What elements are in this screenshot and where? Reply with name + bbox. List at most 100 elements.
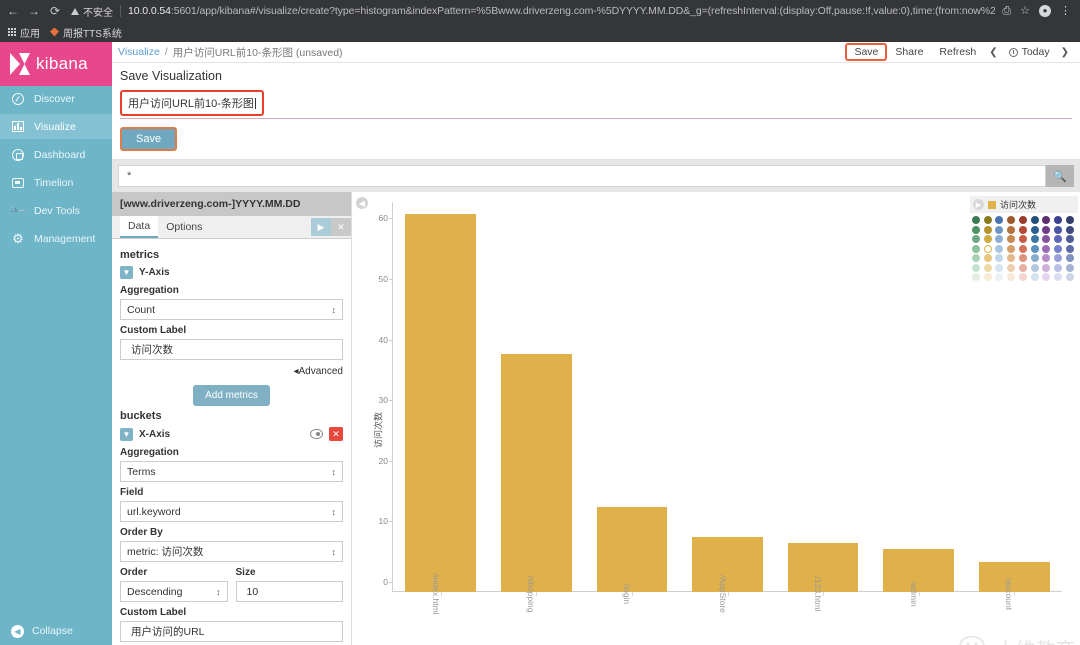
palette-swatch[interactable] (972, 263, 980, 272)
chevron-down-icon[interactable]: ▼ (120, 427, 133, 441)
sidebar-item-dashboard[interactable]: Dashboard (0, 142, 112, 167)
palette-swatch[interactable] (995, 216, 1004, 224)
bar[interactable] (596, 506, 668, 592)
palette-swatch[interactable] (1054, 273, 1063, 281)
breadcrumb-root[interactable]: Visualize (118, 46, 160, 58)
palette-swatch[interactable] (972, 225, 980, 234)
palette-swatch[interactable] (1042, 273, 1051, 281)
forward-arrow-icon[interactable]: → (27, 5, 41, 17)
back-arrow-icon[interactable]: ← (6, 5, 20, 17)
palette-swatch[interactable] (1030, 263, 1039, 272)
bar[interactable] (405, 214, 477, 592)
palette-swatch[interactable] (1042, 263, 1051, 272)
palette-swatch[interactable] (1054, 244, 1063, 253)
sidebar-item-visualize[interactable]: Visualize (0, 114, 112, 139)
kibana-logo[interactable]: kibana (0, 42, 112, 86)
palette-swatch[interactable] (1065, 254, 1074, 262)
palette-swatch[interactable] (983, 235, 992, 243)
apply-changes-button[interactable]: ▶ (311, 218, 331, 236)
palette-swatch[interactable] (1042, 235, 1051, 243)
palette-swatch[interactable] (995, 225, 1004, 234)
palette-swatch[interactable] (995, 254, 1004, 262)
palette-swatch[interactable] (1007, 244, 1016, 253)
palette-swatch[interactable] (1018, 254, 1027, 262)
save-title-input[interactable]: 用户访问URL前10-条形图 (120, 90, 264, 116)
cast-icon[interactable]: ⎙ (1002, 5, 1011, 17)
palette-swatch[interactable] (983, 225, 992, 234)
palette-swatch[interactable] (1018, 225, 1027, 234)
palette-swatch[interactable] (1065, 216, 1074, 224)
x-aggregation-select[interactable]: Terms (120, 461, 343, 482)
x-axis-header[interactable]: ▼ X-Axis ✕ (120, 427, 343, 441)
chevron-down-icon[interactable]: ▼ (120, 266, 133, 279)
color-palette-picker[interactable] (970, 213, 1078, 284)
tab-options[interactable]: Options (158, 217, 210, 237)
palette-swatch[interactable] (1065, 263, 1074, 272)
sidebar-item-discover[interactable]: Discover (0, 86, 112, 111)
bookmark-tts[interactable]: 周报TTS系统 (50, 25, 122, 40)
palette-swatch[interactable] (1018, 216, 1027, 224)
y-advanced-toggle[interactable]: ◂Advanced (120, 366, 343, 377)
palette-swatch[interactable] (1018, 235, 1027, 243)
chevron-right-icon[interactable]: ▶ (973, 199, 984, 210)
remove-bucket-button[interactable]: ✕ (329, 427, 343, 441)
palette-swatch[interactable] (1065, 244, 1074, 253)
palette-swatch[interactable] (1030, 225, 1039, 234)
address-bar[interactable]: 10.0.0.54:5601/app/kibana#/visualize/cre… (128, 5, 995, 17)
palette-swatch[interactable] (1054, 254, 1063, 262)
security-indicator[interactable]: 不安全 (71, 4, 113, 19)
y-axis-header[interactable]: ▼ Y-Axis (120, 266, 343, 279)
palette-swatch[interactable] (1030, 244, 1039, 253)
sidebar-item-management[interactable]: ⚙ Management (0, 226, 112, 251)
refresh-button[interactable]: Refresh (931, 44, 984, 60)
add-metrics-button[interactable]: Add metrics (193, 385, 270, 406)
palette-swatch[interactable] (972, 244, 980, 253)
x-size-input[interactable]: 10 (235, 581, 343, 602)
share-button[interactable]: Share (887, 44, 931, 60)
palette-swatch[interactable] (983, 254, 992, 262)
tab-data[interactable]: Data (120, 216, 159, 238)
toggle-visibility-icon[interactable] (310, 429, 323, 439)
palette-swatch[interactable] (1065, 225, 1074, 234)
palette-swatch[interactable] (1018, 263, 1027, 272)
bar[interactable] (978, 561, 1050, 592)
palette-swatch[interactable] (1007, 216, 1016, 224)
palette-swatch[interactable] (972, 254, 980, 262)
time-next-icon[interactable]: ❯ (1056, 47, 1074, 58)
palette-swatch[interactable] (995, 235, 1004, 243)
x-order-select[interactable]: Descending (120, 581, 228, 602)
palette-swatch[interactable] (1042, 216, 1051, 224)
x-order-by-select[interactable]: metric: 访问次数 (120, 541, 343, 562)
save-confirm-button[interactable]: Save (120, 127, 178, 151)
palette-swatch[interactable] (983, 244, 992, 253)
search-icon[interactable]: 🔍 (1046, 165, 1074, 187)
palette-swatch[interactable] (1030, 216, 1039, 224)
search-input[interactable]: * (118, 165, 1046, 187)
y-custom-label-input[interactable]: 访问次数 (120, 339, 343, 360)
palette-swatch[interactable] (1007, 273, 1016, 281)
palette-swatch[interactable] (983, 263, 992, 272)
palette-swatch[interactable] (1007, 225, 1016, 234)
palette-swatch[interactable] (1054, 263, 1063, 272)
palette-swatch[interactable] (1054, 235, 1063, 243)
time-prev-icon[interactable]: ❮ (984, 47, 1002, 58)
palette-swatch[interactable] (1018, 244, 1027, 253)
palette-swatch[interactable] (1007, 263, 1016, 272)
bookmark-apps[interactable]: 应用 (8, 25, 40, 40)
sidebar-item-timelion[interactable]: Timelion (0, 170, 112, 195)
y-aggregation-select[interactable]: Count (120, 299, 343, 320)
x-field-select[interactable]: url.keyword (120, 501, 343, 522)
palette-swatch[interactable] (1030, 235, 1039, 243)
palette-swatch[interactable] (1042, 225, 1051, 234)
palette-swatch[interactable] (1054, 216, 1063, 224)
time-picker-button[interactable]: Today (1003, 44, 1056, 60)
bar[interactable] (501, 354, 572, 592)
palette-swatch[interactable] (995, 273, 1004, 281)
save-button[interactable]: Save (845, 43, 888, 61)
sidebar-collapse-button[interactable]: ◀ Collapse (0, 617, 112, 645)
palette-swatch[interactable] (1065, 273, 1074, 281)
profile-avatar-icon[interactable]: ● (1039, 5, 1051, 17)
palette-swatch[interactable] (1042, 254, 1051, 262)
palette-swatch[interactable] (1018, 273, 1027, 281)
sidebar-item-dev-tools[interactable]: 🔧 Dev Tools (0, 198, 112, 223)
